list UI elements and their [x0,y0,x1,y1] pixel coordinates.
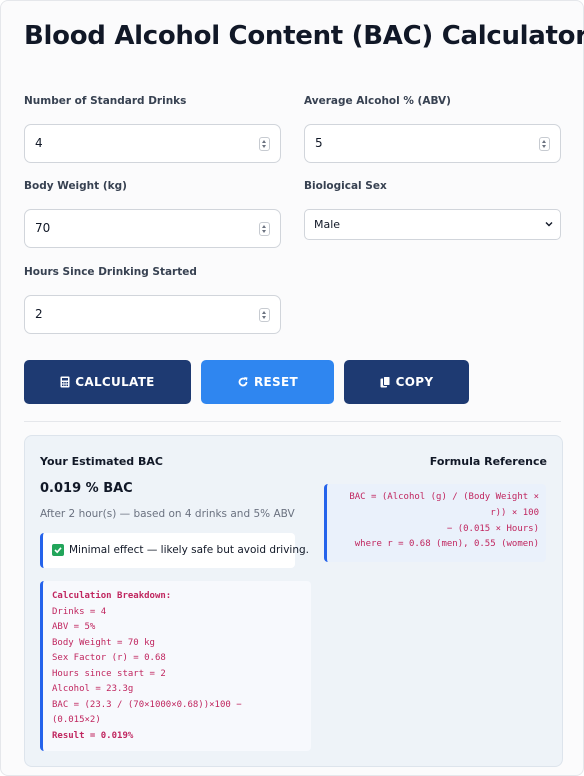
breakdown-line: Hours since start = 2 [52,669,166,679]
sex-label: Biological Sex [304,180,387,192]
breakdown-line: Alcohol = 23.3g [52,684,134,694]
drinks-label: Number of Standard Drinks [24,95,187,107]
copy-button[interactable]: COPY [344,360,469,404]
breakdown-line: BAC = (23.3 / (70×1000×0.68))×100 − [52,700,242,710]
calculate-button[interactable]: CALCULATE [24,360,191,404]
check-mark-icon [52,544,64,556]
calculate-label: CALCULATE [75,375,155,389]
sex-select[interactable]: Male [304,209,561,240]
status-message: Minimal effect — likely safe but avoid d… [40,533,309,568]
breakdown-line: Body Weight = 70 kg [52,638,155,648]
abv-value: 5 [315,136,323,150]
breakdown-line: Drinks = 4 [52,607,107,617]
formula-line: r)) × 100 [490,508,539,518]
reset-button[interactable]: RESET [201,360,334,404]
result-panel: Your Estimated BAC Formula Reference 0.0… [24,435,563,767]
result-summary: After 2 hour(s) — based on 4 drinks and … [40,508,295,520]
copy-label: COPY [395,375,434,389]
formula-reference: BAC = (Alcohol (g) / (Body Weight × r)) … [324,484,546,562]
abv-label: Average Alcohol % (ABV) [304,95,451,107]
drinks-spinner-icon[interactable] [259,137,270,151]
hours-spinner-icon[interactable] [259,308,270,322]
breakdown-line: Calculation Breakdown: [52,591,172,601]
breakdown-line: Sex Factor (r) = 0.68 [52,653,166,663]
reset-label: RESET [254,375,298,389]
weight-spinner-icon[interactable] [259,222,270,236]
chevron-down-icon [545,222,553,227]
hours-value: 2 [35,307,43,321]
drinks-input[interactable]: 4 [24,124,281,163]
copy-icon [380,376,391,388]
bac-value: 0.019 % BAC [40,481,133,496]
breakdown-line: ABV = 5% [52,622,96,632]
page-title: Blood Alcohol Content (BAC) Calculator [24,21,584,51]
hours-label: Hours Since Drinking Started [24,266,197,278]
formula-heading: Formula Reference [429,455,547,468]
abv-input[interactable]: 5 [304,124,561,163]
divider [24,421,561,422]
redo-icon [238,377,248,387]
status-text: Minimal effect — likely safe but avoid d… [69,544,310,556]
calculation-breakdown: Calculation Breakdown: Drinks = 4 ABV = … [40,581,311,751]
breakdown-line: (0.015×2) [52,715,101,725]
weight-value: 70 [35,221,51,235]
breakdown-result: Result = 0.019% [52,731,134,741]
formula-line: − (0.015 × Hours) [446,524,539,534]
sex-value: Male [314,218,341,231]
calculator-icon [60,376,70,388]
result-heading: Your Estimated BAC [40,455,163,468]
abv-spinner-icon[interactable] [539,137,550,151]
drinks-value: 4 [35,136,43,150]
hours-input[interactable]: 2 [24,295,281,334]
weight-input[interactable]: 70 [24,209,281,248]
formula-line: BAC = (Alcohol (g) / (Body Weight × [349,492,539,502]
calculator-card: Blood Alcohol Content (BAC) Calculator N… [0,0,584,776]
formula-line: where r = 0.68 (men), 0.55 (women) [354,539,539,549]
weight-label: Body Weight (kg) [24,180,127,192]
